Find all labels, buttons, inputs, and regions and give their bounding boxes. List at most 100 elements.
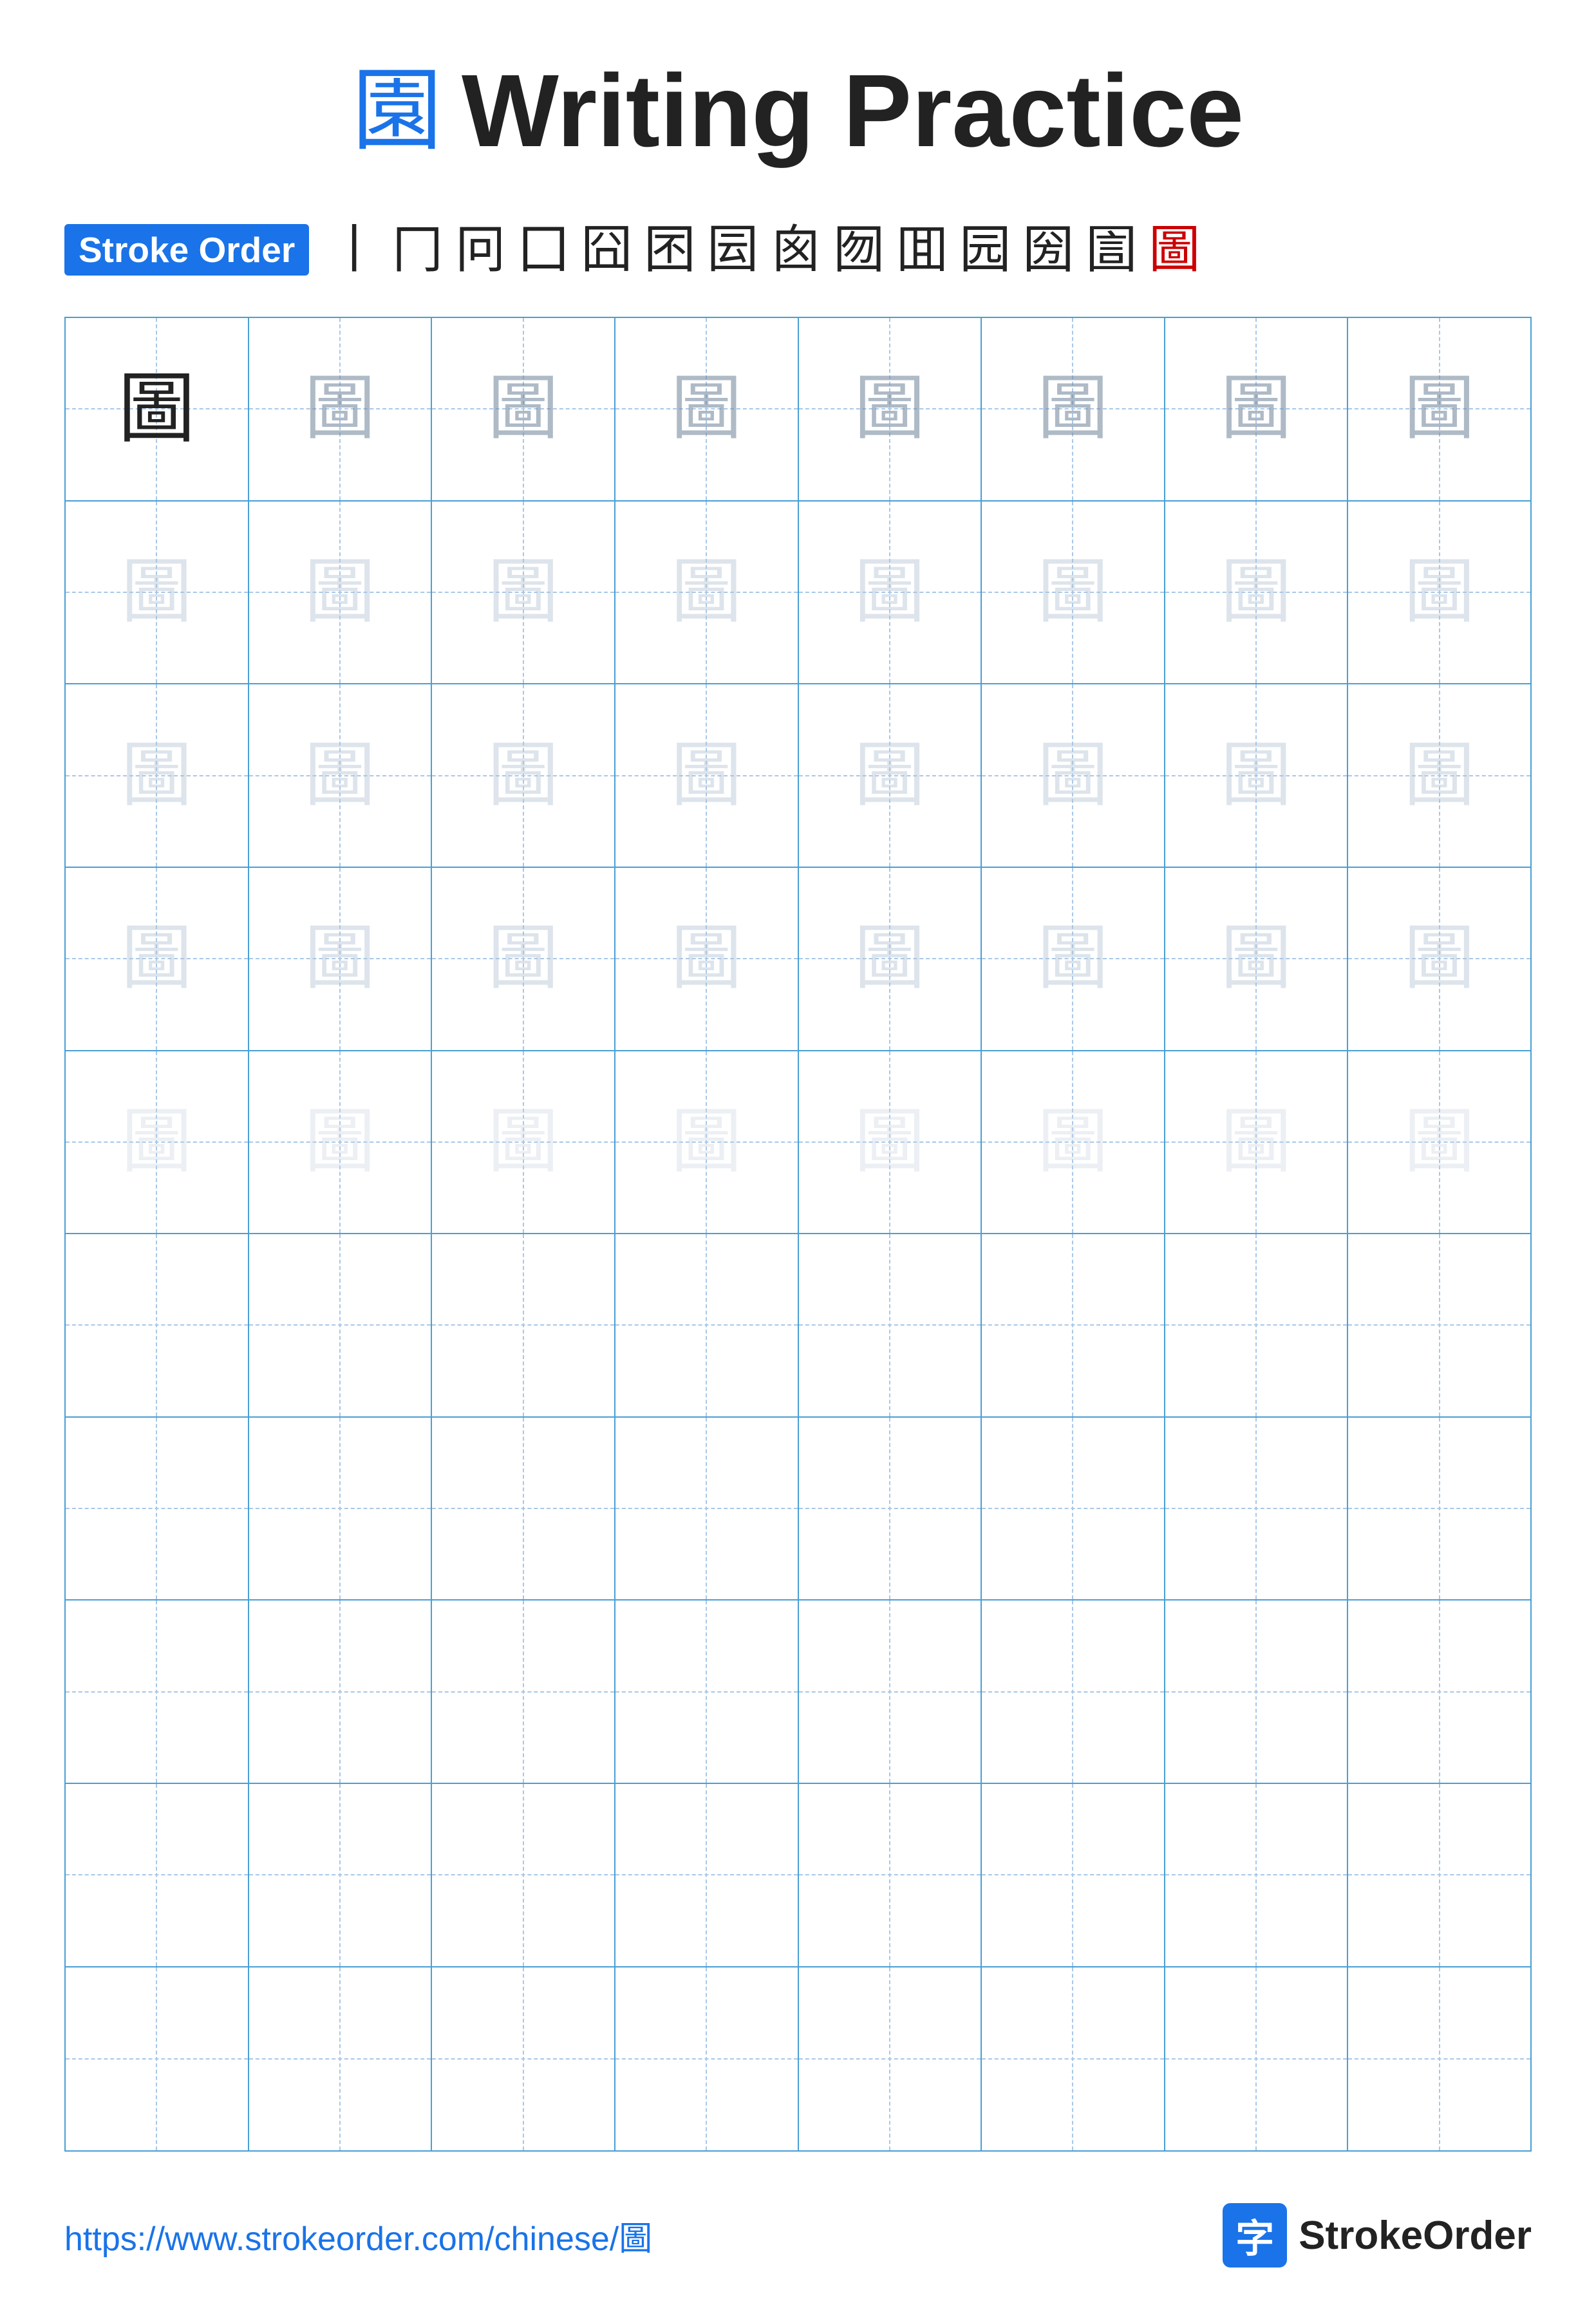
grid-cell-7-3[interactable]: [432, 1418, 615, 1601]
grid-cell-2-3[interactable]: 圖: [432, 502, 615, 685]
grid-cell-8-3[interactable]: [432, 1601, 615, 1784]
grid-cell-4-3[interactable]: 圖: [432, 868, 615, 1051]
grid-cell-8-1[interactable]: [66, 1601, 249, 1784]
grid-cell-5-3[interactable]: 圖: [432, 1051, 615, 1235]
grid-cell-1-7[interactable]: 圖: [1165, 318, 1349, 502]
grid-cell-6-7[interactable]: [1165, 1234, 1349, 1418]
grid-cell-2-4[interactable]: 圖: [615, 502, 799, 685]
grid-cell-6-5[interactable]: [799, 1234, 982, 1418]
grid-cell-2-1[interactable]: 圖: [66, 502, 249, 685]
grid-cell-10-8[interactable]: [1348, 1967, 1530, 2151]
stroke-char-9: 囫: [833, 221, 885, 278]
stroke-char-11: 园: [959, 221, 1011, 278]
grid-cell-1-4[interactable]: 圖: [615, 318, 799, 502]
grid-cell-1-2[interactable]: 圖: [249, 318, 433, 502]
grid-cell-5-5[interactable]: 圖: [799, 1051, 982, 1235]
practice-char: 圖: [305, 1107, 375, 1178]
grid-cell-5-2[interactable]: 圖: [249, 1051, 433, 1235]
grid-cell-3-5[interactable]: 圖: [799, 684, 982, 868]
grid-cell-4-8[interactable]: 圖: [1348, 868, 1530, 1051]
grid-cell-10-6[interactable]: [982, 1967, 1165, 2151]
grid-cell-6-3[interactable]: [432, 1234, 615, 1418]
stroke-char-1: 丨: [328, 221, 380, 278]
grid-cell-10-7[interactable]: [1165, 1967, 1349, 2151]
grid-cell-9-2[interactable]: [249, 1784, 433, 1967]
grid-cell-4-7[interactable]: 圖: [1165, 868, 1349, 1051]
grid-cell-3-2[interactable]: 圖: [249, 684, 433, 868]
grid-cell-1-5[interactable]: 圖: [799, 318, 982, 502]
stroke-char-12: 圀: [1022, 221, 1074, 278]
grid-cell-2-8[interactable]: 圖: [1348, 502, 1530, 685]
grid-cell-3-3[interactable]: 圖: [432, 684, 615, 868]
grid-cell-7-1[interactable]: [66, 1418, 249, 1601]
grid-cell-1-6[interactable]: 圖: [982, 318, 1165, 502]
grid-cell-10-3[interactable]: [432, 1967, 615, 2151]
grid-cell-4-1[interactable]: 圖: [66, 868, 249, 1051]
grid-cell-3-4[interactable]: 圖: [615, 684, 799, 868]
grid-cell-6-6[interactable]: [982, 1234, 1165, 1418]
practice-char: 圖: [488, 373, 559, 444]
grid-cell-4-6[interactable]: 圖: [982, 868, 1165, 1051]
grid-cell-8-8[interactable]: [1348, 1601, 1530, 1784]
grid-cell-4-5[interactable]: 圖: [799, 868, 982, 1051]
grid-cell-2-5[interactable]: 圖: [799, 502, 982, 685]
grid-cell-5-4[interactable]: 圖: [615, 1051, 799, 1235]
practice-char: 圖: [121, 1107, 192, 1178]
grid-cell-10-5[interactable]: [799, 1967, 982, 2151]
grid-cell-9-7[interactable]: [1165, 1784, 1349, 1967]
grid-cell-6-1[interactable]: [66, 1234, 249, 1418]
practice-char: 圖: [305, 373, 375, 444]
grid-cell-9-6[interactable]: [982, 1784, 1165, 1967]
grid-cell-2-7[interactable]: 圖: [1165, 502, 1349, 685]
grid-cell-5-1[interactable]: 圖: [66, 1051, 249, 1235]
grid-cell-6-2[interactable]: [249, 1234, 433, 1418]
practice-char: 圖: [1221, 373, 1291, 444]
grid-cell-6-8[interactable]: [1348, 1234, 1530, 1418]
grid-cell-3-1[interactable]: 圖: [66, 684, 249, 868]
grid-cell-5-8[interactable]: 圖: [1348, 1051, 1530, 1235]
grid-cell-8-2[interactable]: [249, 1601, 433, 1784]
grid-cell-1-3[interactable]: 圖: [432, 318, 615, 502]
grid-cell-7-4[interactable]: [615, 1418, 799, 1601]
grid-cell-8-5[interactable]: [799, 1601, 982, 1784]
grid-cell-9-3[interactable]: [432, 1784, 615, 1967]
grid-cell-1-8[interactable]: 圖: [1348, 318, 1530, 502]
grid-cell-7-7[interactable]: [1165, 1418, 1349, 1601]
grid-row-3: 圖 圖 圖 圖 圖 圖 圖 圖: [66, 684, 1530, 868]
grid-cell-10-2[interactable]: [249, 1967, 433, 2151]
grid-cell-3-8[interactable]: 圖: [1348, 684, 1530, 868]
grid-cell-5-7[interactable]: 圖: [1165, 1051, 1349, 1235]
grid-cell-8-7[interactable]: [1165, 1601, 1349, 1784]
grid-cell-10-1[interactable]: [66, 1967, 249, 2151]
grid-cell-7-8[interactable]: [1348, 1418, 1530, 1601]
grid-cell-8-4[interactable]: [615, 1601, 799, 1784]
grid-cell-9-5[interactable]: [799, 1784, 982, 1967]
grid-cell-3-7[interactable]: 圖: [1165, 684, 1349, 868]
practice-char: 圖: [1404, 373, 1475, 444]
practice-char: 圖: [488, 923, 559, 994]
practice-char: 圖: [1221, 1107, 1291, 1178]
practice-char: 圖: [488, 740, 559, 811]
grid-cell-4-4[interactable]: 圖: [615, 868, 799, 1051]
grid-cell-2-2[interactable]: 圖: [249, 502, 433, 685]
grid-row-4: 圖 圖 圖 圖 圖 圖 圖 圖: [66, 868, 1530, 1051]
grid-cell-5-6[interactable]: 圖: [982, 1051, 1165, 1235]
grid-cell-9-8[interactable]: [1348, 1784, 1530, 1967]
grid-cell-1-1[interactable]: 圖: [66, 318, 249, 502]
grid-cell-9-4[interactable]: [615, 1784, 799, 1967]
grid-cell-2-6[interactable]: 圖: [982, 502, 1165, 685]
grid-cell-3-6[interactable]: 圖: [982, 684, 1165, 868]
practice-char: 圖: [1404, 740, 1475, 811]
grid-cell-9-1[interactable]: [66, 1784, 249, 1967]
practice-char: 圖: [854, 373, 925, 444]
grid-cell-4-2[interactable]: 圖: [249, 868, 433, 1051]
footer-url[interactable]: https://www.strokeorder.com/chinese/圖: [64, 2211, 652, 2260]
grid-cell-7-6[interactable]: [982, 1418, 1165, 1601]
grid-row-9: [66, 1784, 1530, 1967]
grid-cell-6-4[interactable]: [615, 1234, 799, 1418]
grid-cell-8-6[interactable]: [982, 1601, 1165, 1784]
practice-char: 圖: [121, 740, 192, 811]
grid-cell-7-5[interactable]: [799, 1418, 982, 1601]
grid-cell-7-2[interactable]: [249, 1418, 433, 1601]
grid-cell-10-4[interactable]: [615, 1967, 799, 2151]
